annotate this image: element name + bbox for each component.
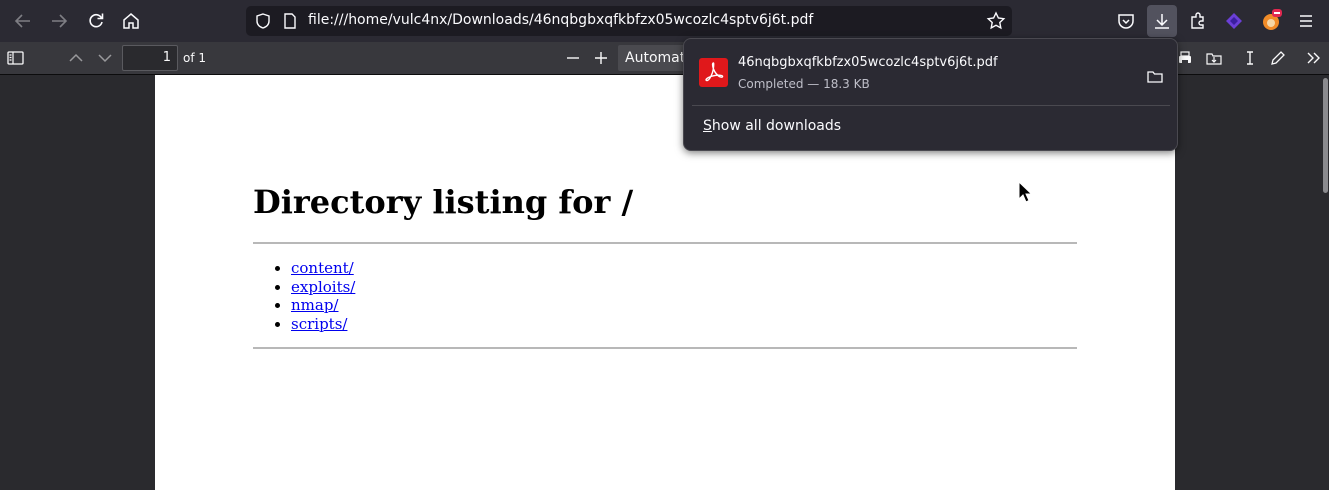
menu-icon[interactable]: [1296, 11, 1316, 31]
open-folder-icon[interactable]: [1146, 69, 1164, 85]
zoom-select[interactable]: Automatic Zoom: [618, 45, 688, 71]
vertical-scrollbar[interactable]: [1323, 78, 1328, 193]
extensions-icon[interactable]: [1188, 11, 1208, 31]
pocket-icon[interactable]: [1116, 11, 1136, 31]
shield-icon[interactable]: [254, 12, 272, 30]
bullet-icon: [275, 303, 280, 308]
download-status: Completed — 18.3 KB: [738, 77, 870, 91]
download-item[interactable]: 46nqbgbxqfkbfzx05wcozlc4sptv6j6t.pdf Com…: [692, 45, 1170, 101]
extension-purple-icon[interactable]: [1224, 11, 1244, 31]
page-icon[interactable]: [281, 12, 299, 30]
zoom-out-icon[interactable]: [564, 50, 582, 66]
back-icon[interactable]: [12, 10, 34, 32]
zoom-in-icon[interactable]: [592, 50, 610, 66]
link-nmap[interactable]: nmap/: [291, 296, 338, 315]
pdf-file-icon: [699, 58, 728, 87]
show-all-accel-key: S: [703, 118, 712, 134]
show-all-downloads-button[interactable]: Show all downloads: [703, 118, 841, 134]
link-exploits[interactable]: exploits/: [291, 278, 355, 297]
downloads-panel: 46nqbgbxqfkbfzx05wcozlc4sptv6j6t.pdf Com…: [683, 38, 1178, 151]
previous-page-icon[interactable]: [67, 50, 85, 66]
tools-overflow-icon[interactable]: [1305, 49, 1323, 67]
extension-fox-icon[interactable]: [1260, 8, 1282, 32]
page-number-input[interactable]: 1: [122, 45, 178, 71]
download-icon[interactable]: [1152, 11, 1172, 31]
download-button[interactable]: [1147, 5, 1177, 37]
mouse-cursor-icon: [1018, 180, 1033, 207]
bullet-icon: [275, 284, 280, 290]
sidebar-toggle-icon[interactable]: [6, 49, 26, 67]
bullet-icon: [275, 266, 280, 271]
next-page-icon[interactable]: [96, 50, 114, 66]
bullet-icon: [275, 321, 280, 327]
forward-icon[interactable]: [48, 10, 70, 32]
url-text[interactable]: file:///home/vulc4nx/Downloads/46nqbgbxq…: [308, 12, 813, 28]
page-count: of 1: [183, 51, 207, 65]
page-title: Directory listing for /: [253, 183, 634, 221]
draw-tool-icon[interactable]: [1269, 49, 1287, 67]
star-icon[interactable]: [986, 11, 1006, 31]
link-content[interactable]: content/: [291, 259, 354, 278]
save-pdf-icon[interactable]: [1205, 49, 1223, 67]
divider-bottom: [253, 347, 1077, 349]
show-all-label: how all downloads: [711, 118, 842, 134]
text-tool-icon[interactable]: [1241, 49, 1259, 67]
reload-icon[interactable]: [85, 10, 107, 32]
divider-top: [253, 242, 1077, 244]
print-icon[interactable]: [1176, 49, 1194, 67]
home-icon[interactable]: [120, 10, 142, 32]
download-file-name: 46nqbgbxqfkbfzx05wcozlc4sptv6j6t.pdf: [738, 55, 998, 70]
link-scripts[interactable]: scripts/: [291, 315, 347, 334]
url-bar[interactable]: file:///home/vulc4nx/Downloads/46nqbgbxq…: [246, 6, 1012, 36]
browser-toolbar: file:///home/vulc4nx/Downloads/46nqbgbxq…: [0, 0, 1329, 42]
panel-divider: [692, 105, 1170, 106]
